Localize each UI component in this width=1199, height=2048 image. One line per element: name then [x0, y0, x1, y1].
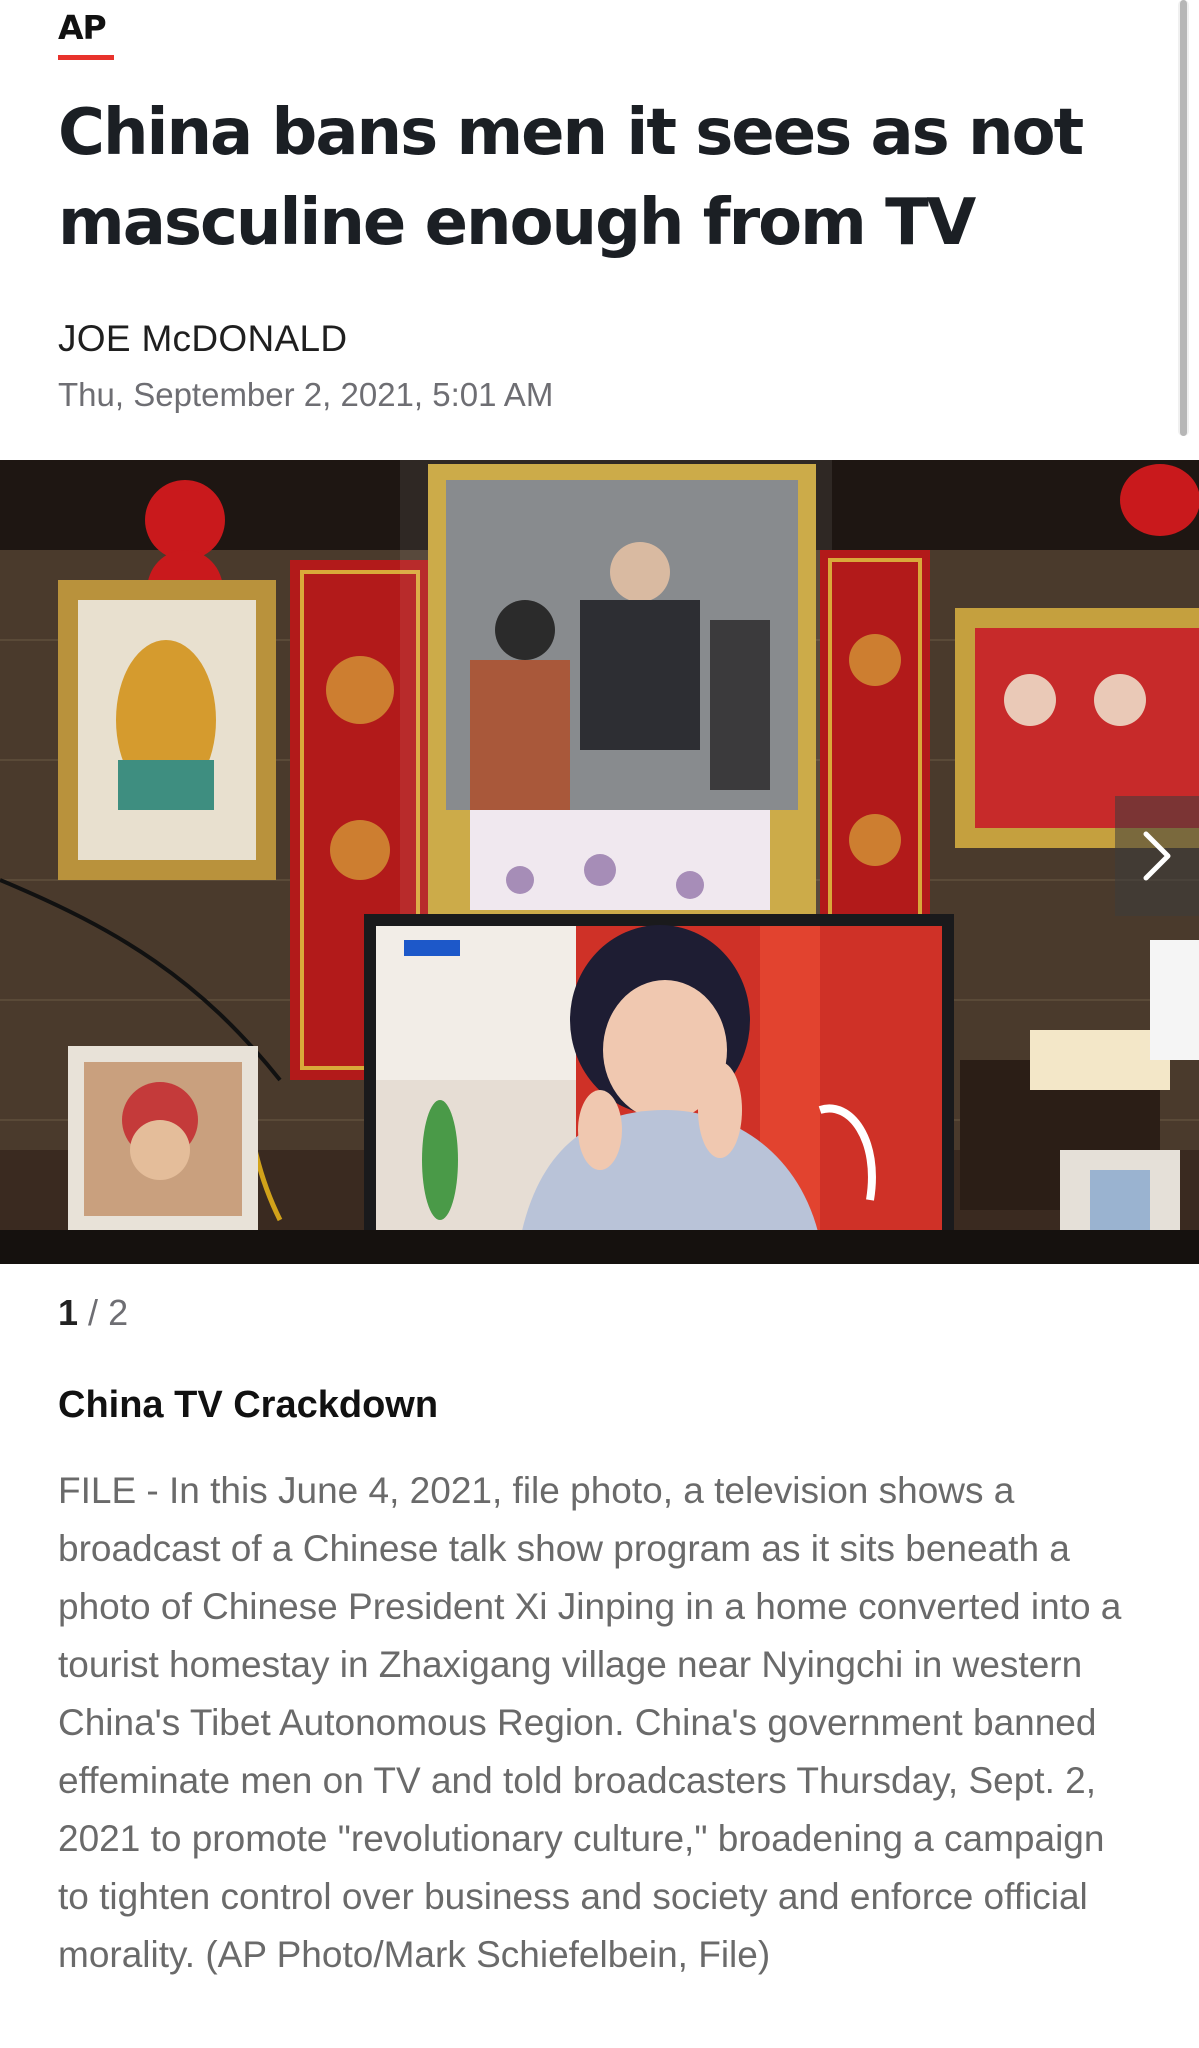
- gallery-photo[interactable]: [0, 460, 1199, 1264]
- gallery-next-button[interactable]: [1115, 796, 1199, 916]
- publish-timestamp: Thu, September 2, 2021, 5:01 AM: [58, 376, 554, 413]
- caption-body: FILE - In this June 4, 2021, file photo,…: [58, 1470, 1122, 1975]
- ap-logo[interactable]: AP: [58, 8, 107, 47]
- chevron-right-icon: [1143, 831, 1171, 881]
- gallery-current-index: 1: [58, 1292, 79, 1333]
- gallery-total-count: 2: [108, 1292, 129, 1333]
- caption-title: China TV Crackdown: [58, 1384, 439, 1426]
- scrollbar-thumb[interactable]: [1180, 0, 1187, 436]
- gallery-counter-separator: /: [88, 1292, 99, 1333]
- logo-accent-bar: [58, 55, 114, 60]
- author-byline[interactable]: JOE McDONALD: [58, 318, 347, 360]
- gallery-counter: 1 / 2: [58, 1292, 128, 1334]
- photo-illustration: [0, 460, 1199, 1264]
- article-headline: China bans men it sees as not masculine …: [58, 96, 1084, 260]
